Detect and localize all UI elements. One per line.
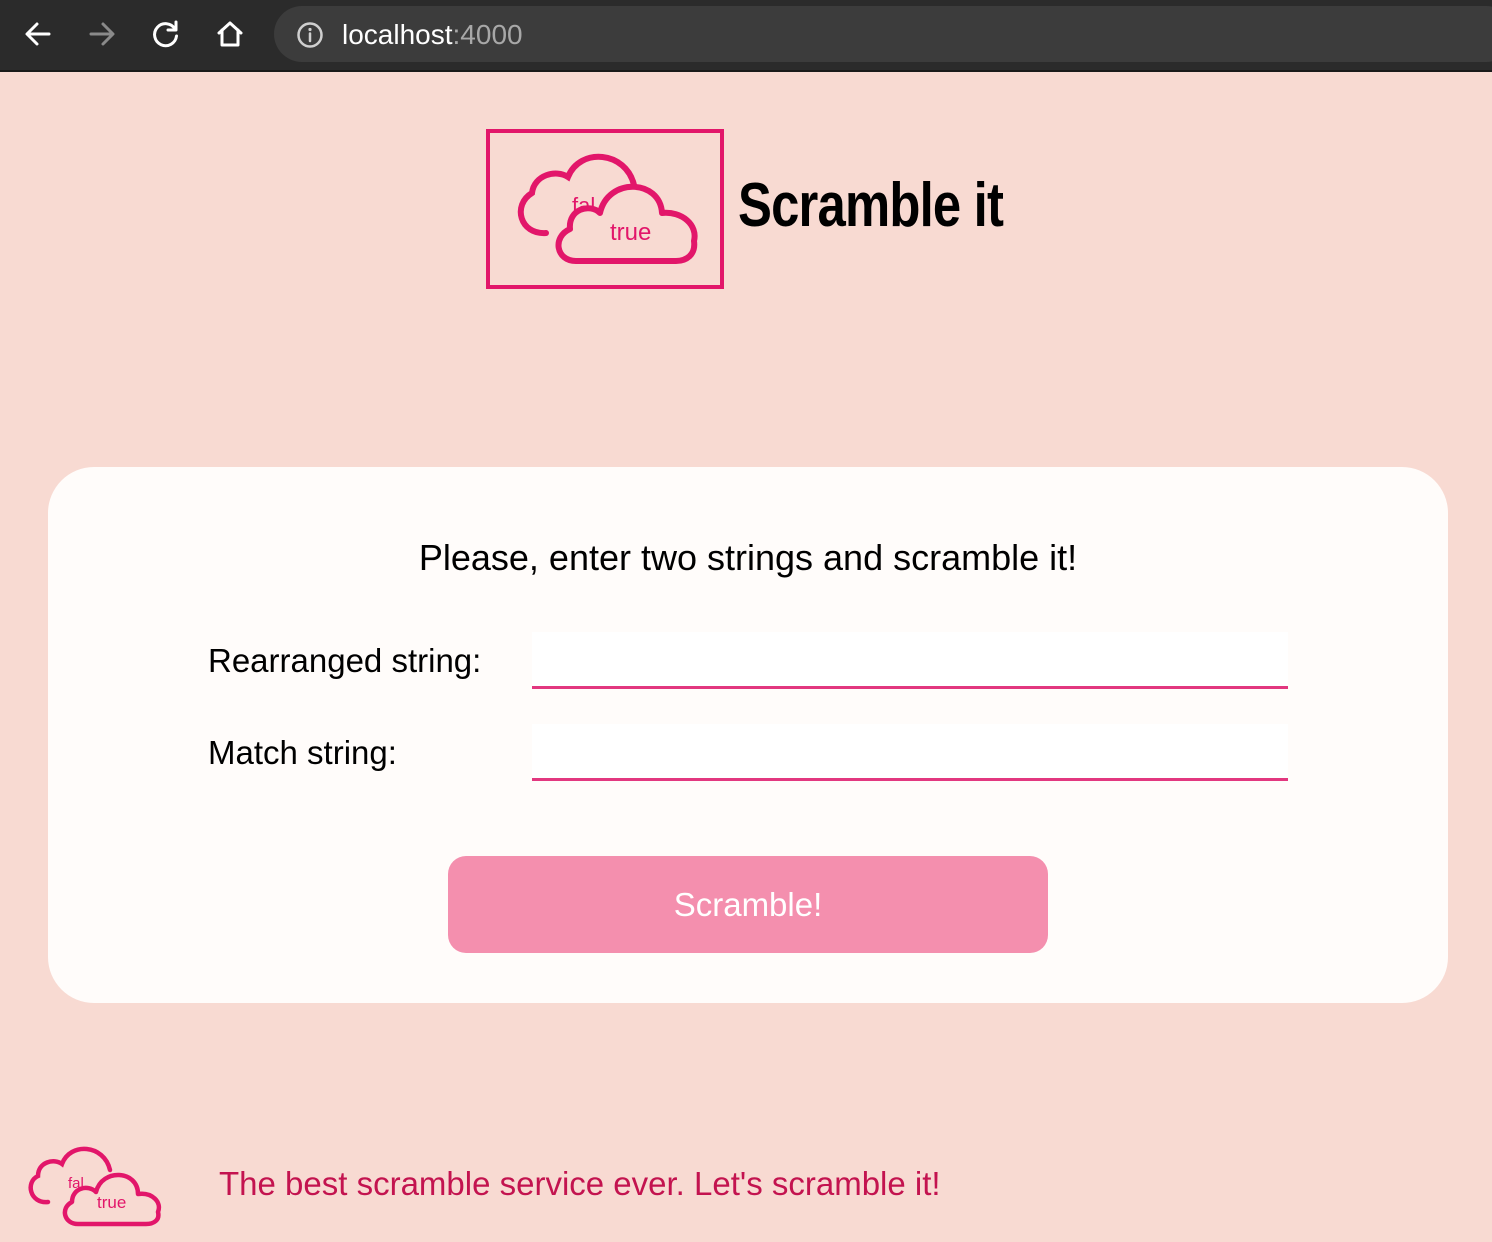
browser-toolbar: localhost:4000 bbox=[0, 0, 1492, 72]
page-title: Scramble it bbox=[738, 171, 1004, 240]
rearranged-string-input[interactable] bbox=[532, 632, 1288, 689]
cloud-logo-icon: fal true bbox=[517, 153, 698, 264]
info-icon bbox=[297, 22, 323, 48]
arrow-left-icon bbox=[25, 22, 51, 46]
home-button[interactable] bbox=[210, 14, 250, 54]
home-icon bbox=[217, 21, 243, 47]
forward-button[interactable] bbox=[82, 14, 122, 54]
match-string-label: Match string: bbox=[208, 734, 397, 771]
header-logo: fal true bbox=[486, 129, 724, 289]
url-host: localhost bbox=[342, 19, 453, 50]
reload-icon bbox=[153, 20, 178, 48]
rearranged-string-label: Rearranged string: bbox=[208, 642, 482, 679]
logo-text-true: true bbox=[610, 219, 651, 246]
url-text: localhost:4000 bbox=[342, 20, 523, 50]
reload-button[interactable] bbox=[146, 14, 186, 54]
footer-cloud-logo-icon: fal true bbox=[28, 1146, 162, 1227]
back-button[interactable] bbox=[18, 14, 58, 54]
form-prompt: Please, enter two strings and scramble i… bbox=[418, 537, 1078, 578]
match-string-input[interactable] bbox=[532, 724, 1288, 781]
address-bar[interactable]: localhost:4000 bbox=[274, 6, 1492, 62]
url-port: :4000 bbox=[452, 19, 523, 50]
footer-logo-text-true: true bbox=[97, 1193, 126, 1212]
arrow-right-icon bbox=[89, 22, 115, 46]
scramble-button[interactable]: Scramble! bbox=[448, 856, 1048, 953]
footer-tagline: The best scramble service ever. Let's sc… bbox=[219, 1165, 941, 1202]
